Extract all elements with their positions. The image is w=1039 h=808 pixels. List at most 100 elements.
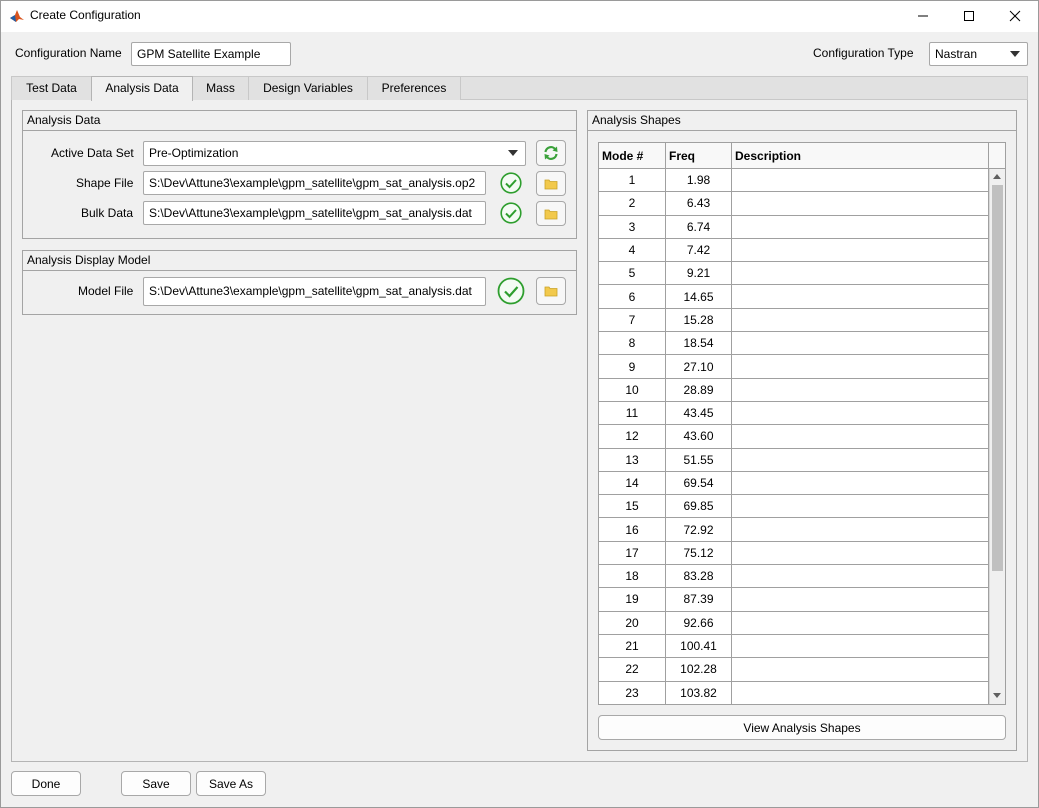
mode-cell: 16 [599,518,666,541]
bulk-data-browse-button[interactable] [536,201,566,226]
mode-cell: 22 [599,658,666,681]
mode-cell: 1 [599,169,666,192]
column-header-description[interactable]: Description [732,143,989,169]
bulk-data-input[interactable]: S:\Dev\Attune3\example\gpm_satellite\gpm… [143,201,486,225]
save-button[interactable]: Save [121,771,191,796]
table-row[interactable]: 19 87.39 [599,588,989,612]
table-row[interactable]: 11 43.45 [599,401,989,426]
table-row[interactable]: 14 69.54 [599,471,989,496]
shape-file-input[interactable]: S:\Dev\Attune3\example\gpm_satellite\gpm… [143,171,486,195]
mode-cell: 21 [599,634,666,658]
table-row[interactable]: 16 72.92 [599,518,989,542]
save-as-button[interactable]: Save As [196,771,266,796]
table-row[interactable]: 8 18.54 [599,332,989,356]
table-row[interactable]: 1 1.98 [599,169,989,193]
analysis-shapes-table[interactable]: Mode # Freq Description 1 1.98 2 6.43 3 6.74 4… [598,142,1006,705]
display-model-title: Analysis Display Model [23,251,576,271]
table-row[interactable]: 23 103.82 [599,681,989,704]
table-row[interactable]: 22 102.28 [599,658,989,682]
refresh-button[interactable] [536,140,566,166]
freq-cell: 7.42 [666,238,732,262]
column-header-freq[interactable]: Freq [666,143,732,169]
description-cell [732,634,989,658]
bulk-data-label: Bulk Data [81,206,134,220]
table-row[interactable]: 21 100.41 [599,634,989,659]
table-row[interactable]: 10 28.89 [599,378,989,402]
freq-cell: 9.21 [666,262,732,285]
scroll-up-icon[interactable] [993,174,1001,179]
folder-icon [544,179,558,189]
table-row[interactable]: 13 51.55 [599,448,989,472]
freq-cell: 27.10 [666,355,732,378]
scroll-down-icon[interactable] [993,693,1001,698]
scroll-thumb[interactable] [992,185,1003,571]
shape-file-label: Shape File [76,176,134,190]
table-row[interactable]: 7 15.28 [599,308,989,333]
freq-cell: 103.82 [666,681,732,704]
minimize-button[interactable] [900,0,946,32]
close-button[interactable] [992,0,1038,32]
config-type-label: Configuration Type [813,46,914,60]
config-name-label: Configuration Name [15,46,122,60]
column-header-mode[interactable]: Mode # [599,143,666,169]
model-file-input[interactable]: S:\Dev\Attune3\example\gpm_satellite\gpm… [143,277,486,306]
mode-cell: 6 [599,285,666,308]
table-body: 1 1.98 2 6.43 3 6.74 4 7.42 5 9.21 6 14.65 7 15.28 8 18… [599,169,989,704]
maximize-icon [964,11,974,21]
table-row[interactable]: 5 9.21 [599,262,989,286]
description-cell [732,238,989,262]
mode-cell: 12 [599,425,666,448]
tab-analysis-data[interactable]: Analysis Data [91,76,193,101]
folder-icon [544,286,558,297]
table-row[interactable]: 6 14.65 [599,285,989,309]
mode-cell: 3 [599,215,666,238]
freq-cell: 100.41 [666,634,732,658]
freq-cell: 14.65 [666,285,732,308]
mode-cell: 5 [599,262,666,285]
tab-test-data[interactable]: Test Data [11,76,92,100]
done-button[interactable]: Done [11,771,81,796]
table-scrollbar[interactable] [989,169,1005,704]
description-cell [732,401,989,425]
model-file-browse-button[interactable] [536,277,566,305]
tab-preferences[interactable]: Preferences [367,76,461,100]
active-data-set-dropdown[interactable]: Pre-Optimization [143,141,526,166]
mode-cell: 13 [599,448,666,471]
freq-cell: 28.89 [666,378,732,401]
description-cell [732,192,989,215]
table-row[interactable]: 20 92.66 [599,611,989,635]
description-cell [732,215,989,238]
maximize-button[interactable] [946,0,992,32]
table-row[interactable]: 18 83.28 [599,565,989,589]
table-row[interactable]: 15 69.85 [599,495,989,519]
table-row[interactable]: 4 7.42 [599,238,989,263]
mode-cell: 17 [599,541,666,565]
description-cell [732,448,989,471]
freq-cell: 92.66 [666,611,732,634]
window-title: Create Configuration [30,8,141,22]
view-analysis-shapes-button[interactable]: View Analysis Shapes [598,715,1006,740]
mode-cell: 18 [599,565,666,588]
config-name-input[interactable]: GPM Satellite Example [131,42,291,66]
freq-cell: 83.28 [666,565,732,588]
description-cell [732,681,989,704]
mode-cell: 7 [599,308,666,332]
freq-cell: 15.28 [666,308,732,332]
table-row[interactable]: 9 27.10 [599,355,989,379]
mode-cell: 19 [599,588,666,611]
table-row[interactable]: 12 43.60 [599,425,989,449]
description-cell [732,262,989,285]
table-row[interactable]: 2 6.43 [599,192,989,216]
check-icon [497,277,525,305]
description-cell [732,169,989,192]
config-type-value: Nastran [935,47,978,61]
analysis-data-title: Analysis Data [23,111,576,131]
shape-file-browse-button[interactable] [536,171,566,196]
table-header: Mode # Freq Description [599,143,1005,169]
config-type-dropdown[interactable]: Nastran [929,42,1028,66]
table-row[interactable]: 17 75.12 [599,541,989,566]
description-cell [732,285,989,308]
table-row[interactable]: 3 6.74 [599,215,989,239]
tab-design-variables[interactable]: Design Variables [248,76,368,100]
tab-mass[interactable]: Mass [192,76,249,100]
